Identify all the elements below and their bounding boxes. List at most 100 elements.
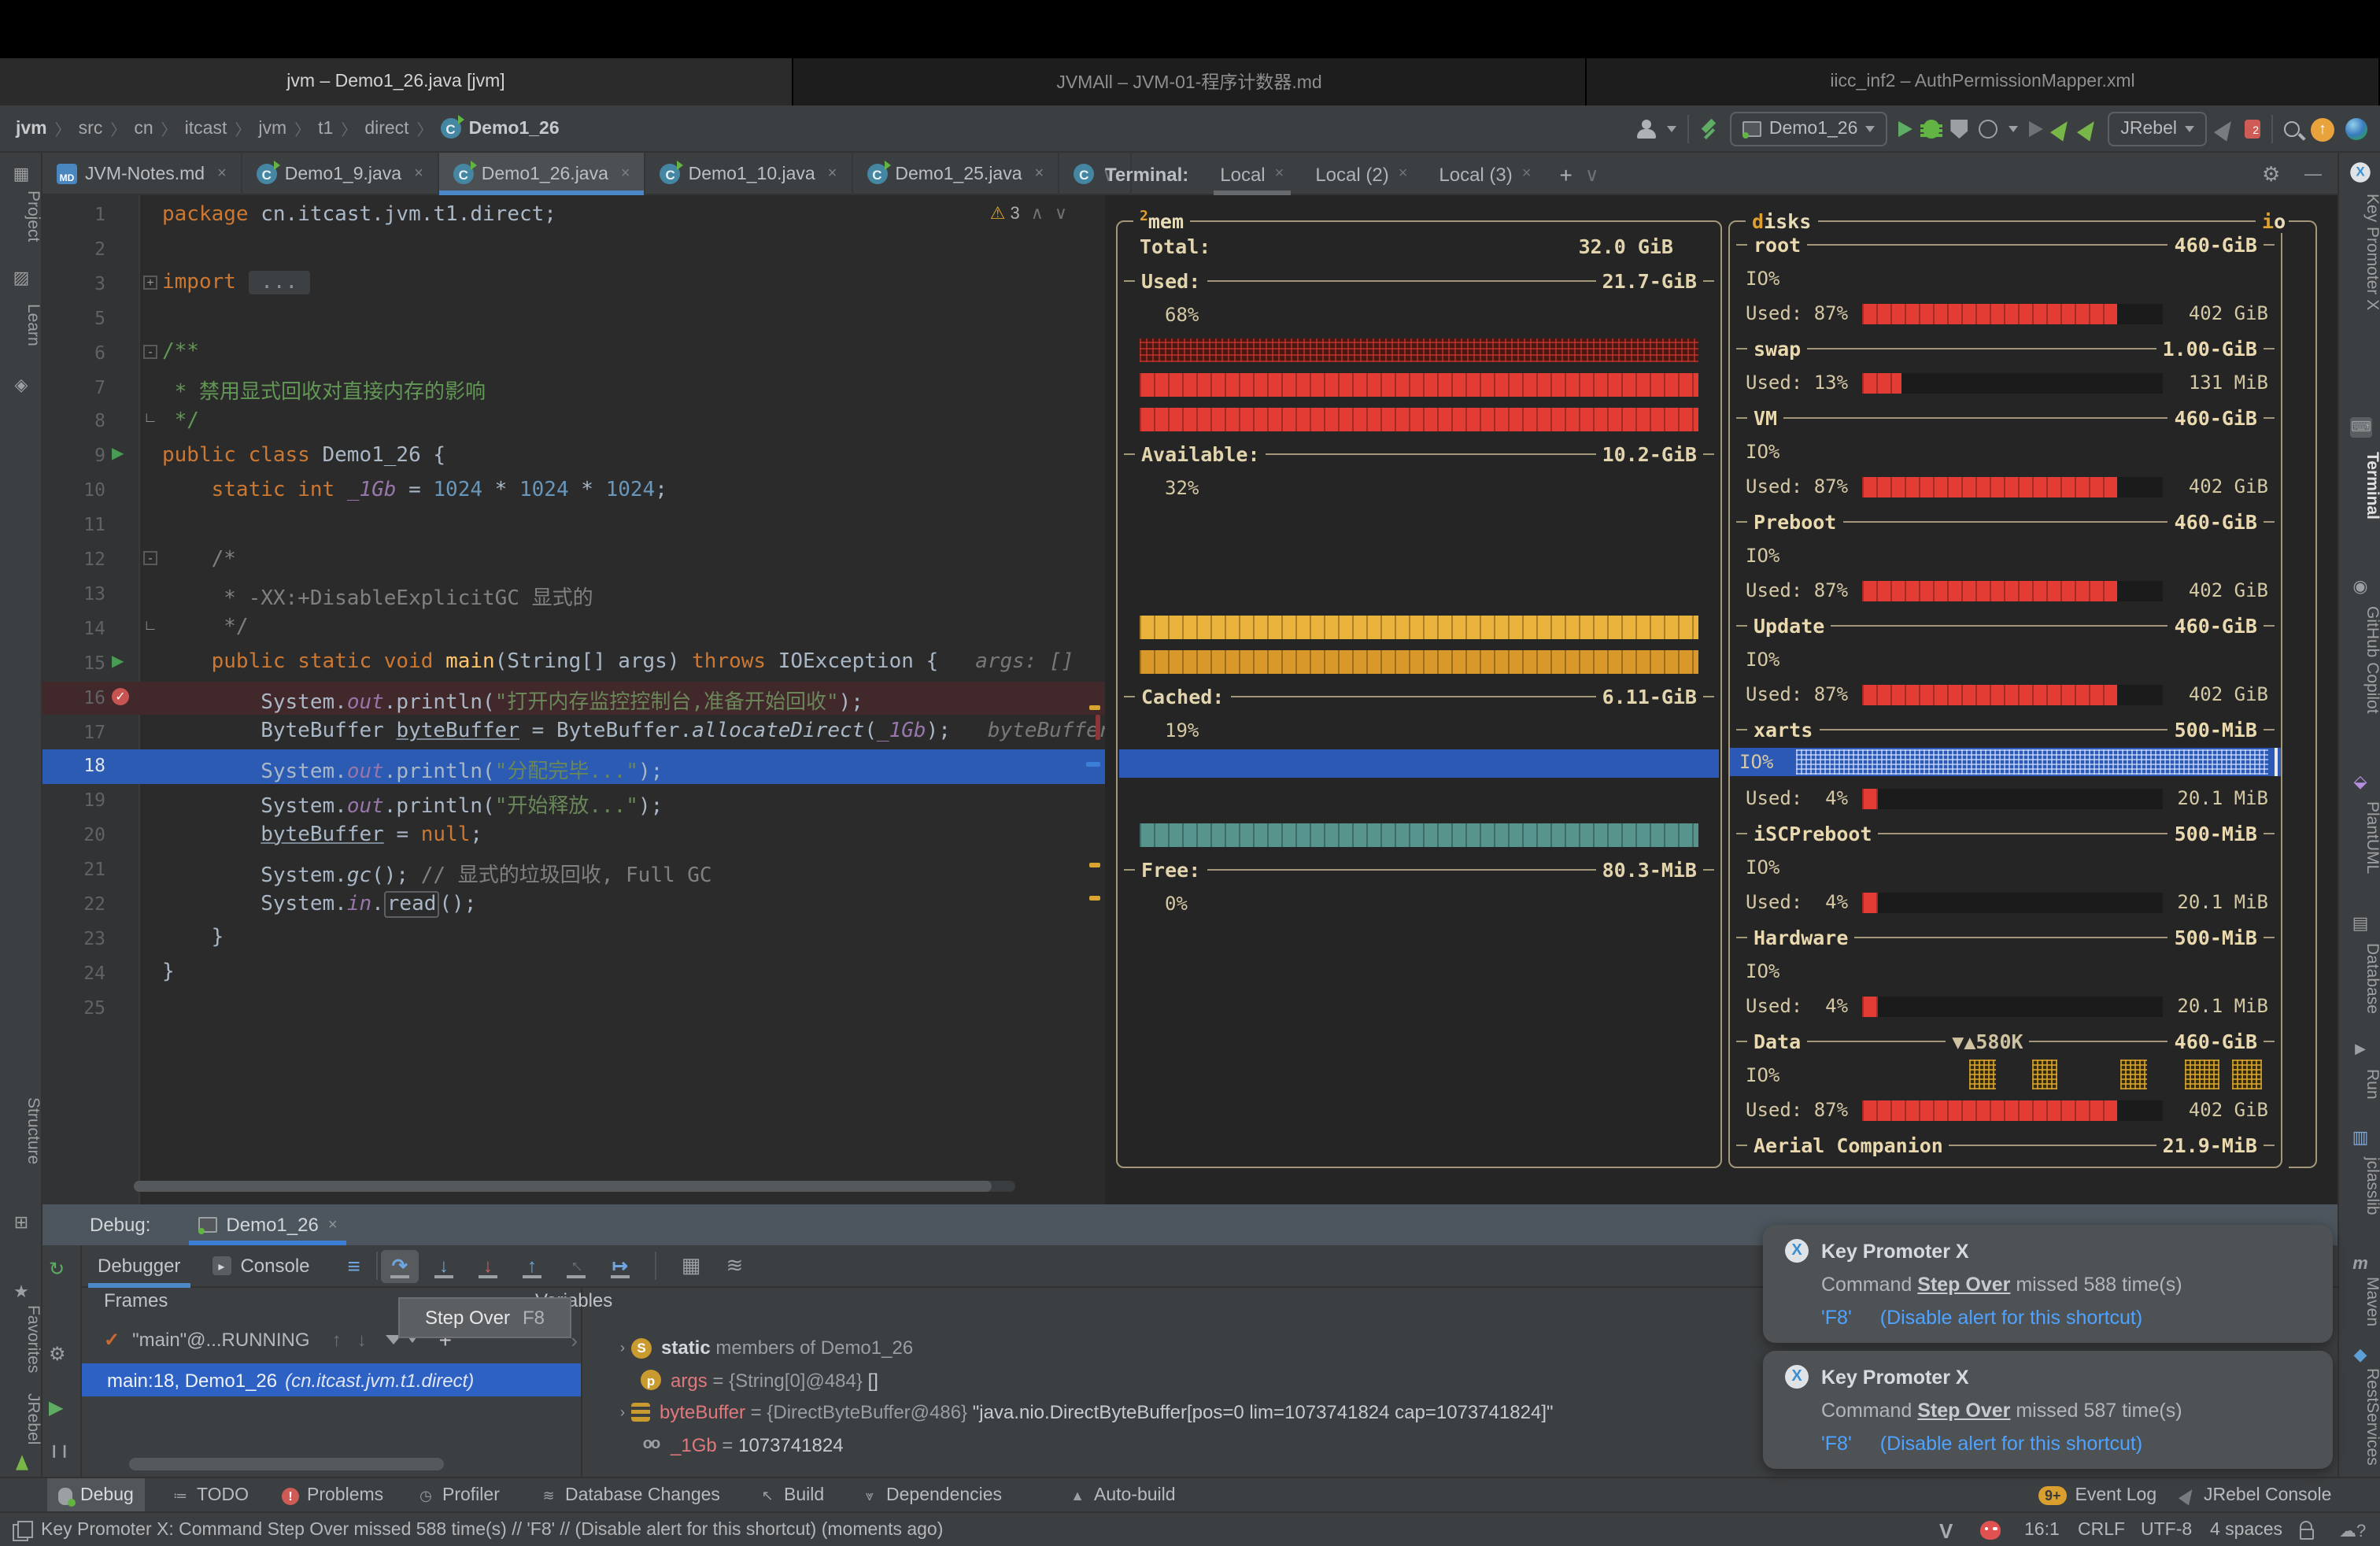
layout-icon[interactable] bbox=[13, 1520, 31, 1539]
encoding[interactable]: UTF-8 bbox=[2141, 1513, 2192, 1546]
settings-wrench-icon[interactable]: ⚙ bbox=[49, 1343, 66, 1365]
chevron-expand-icon[interactable]: › bbox=[620, 1340, 625, 1356]
search-icon[interactable] bbox=[2284, 121, 2300, 137]
notification-balloon[interactable]: XKey Promoter XCommand Step Over missed … bbox=[1763, 1225, 2333, 1343]
layout-settings-icon[interactable]: ≋ bbox=[726, 1253, 743, 1278]
update-badge[interactable]: 2 bbox=[2245, 120, 2260, 139]
event-log-button[interactable]: 9+Event Log bbox=[2027, 1478, 2168, 1513]
github-copilot-icon[interactable]: ◉ bbox=[2349, 575, 2372, 598]
fold-marker-icon[interactable]: - bbox=[143, 344, 157, 358]
jrebel-run-button[interactable] bbox=[2050, 117, 2074, 141]
commit-icon[interactable]: ◈ bbox=[9, 373, 33, 397]
variable-row[interactable]: pargs = {String[0]@484} [] bbox=[620, 1364, 878, 1396]
run-button[interactable] bbox=[1898, 121, 1913, 137]
fold-marker-icon[interactable]: ∟ bbox=[143, 620, 157, 634]
tool-button-maven[interactable]: Maven bbox=[2339, 1277, 2380, 1326]
gradle-sphere-icon[interactable] bbox=[2345, 118, 2367, 140]
tab-debugger[interactable]: Debugger bbox=[82, 1245, 196, 1287]
notification-balloon[interactable]: XKey Promoter XCommand Step Over missed … bbox=[1763, 1351, 2333, 1469]
code-line[interactable]: 20 byteBuffer = null; bbox=[42, 819, 1105, 853]
code-line[interactable]: 17 ByteBuffer byteBuffer = ByteBuffer.al… bbox=[42, 716, 1105, 750]
tool-button-plantuml[interactable]: PlantUML bbox=[2339, 801, 2380, 874]
build-icon[interactable] bbox=[1700, 120, 1719, 139]
terminal-panel[interactable]: 2memTotal:32.0 GiBUsed:21.7-GiB68%Availa… bbox=[1105, 195, 2338, 1204]
terminal-icon[interactable]: ⌨ bbox=[2350, 417, 2372, 438]
run-icon[interactable]: ▶ bbox=[2349, 1037, 2372, 1061]
project-icon[interactable]: ▦ bbox=[9, 162, 33, 186]
tool-button-key-promoter-x[interactable]: Key Promoter X bbox=[2339, 194, 2380, 310]
step-over-button[interactable]: ↷ bbox=[381, 1249, 419, 1282]
breadcrumb-item[interactable]: direct bbox=[364, 119, 408, 138]
show-execution-point-icon[interactable]: ≡ bbox=[348, 1253, 360, 1278]
breadcrumb-item[interactable]: jvm bbox=[16, 119, 47, 138]
code-line[interactable]: 23 } bbox=[42, 923, 1105, 957]
lock-icon[interactable] bbox=[2300, 1513, 2314, 1546]
coverage-button[interactable] bbox=[1950, 120, 1968, 139]
tool-window-button-profiler[interactable]: ◷Profiler bbox=[406, 1478, 511, 1513]
tool-window-button-problems[interactable]: !Problems bbox=[271, 1478, 394, 1513]
editor-tab[interactable]: CDemo1_25.java× bbox=[852, 153, 1059, 195]
resume-icon[interactable]: ▶ bbox=[49, 1396, 63, 1418]
jrebel-selector[interactable]: JRebel bbox=[2108, 112, 2207, 146]
code-line[interactable]: 12- /* bbox=[42, 543, 1105, 578]
editor-tab[interactable]: CDemo1_10.java× bbox=[646, 153, 853, 195]
minimize-icon[interactable]: — bbox=[2304, 165, 2322, 183]
code-line[interactable]: 16✓ System.out.println("打开内存监控控制台,准备开始回收… bbox=[42, 681, 1105, 716]
chevron-down-icon[interactable]: ∨ bbox=[1585, 163, 1599, 185]
tool-button-structure[interactable]: Structure bbox=[0, 1097, 42, 1164]
window-tab[interactable]: JVMAll – JVM-01-程序计数器.md bbox=[793, 58, 1587, 105]
close-icon[interactable]: × bbox=[1275, 165, 1284, 183]
breadcrumb-item[interactable]: t1 bbox=[318, 119, 333, 138]
close-icon[interactable]: × bbox=[328, 1216, 338, 1233]
tool-button-project[interactable]: Project bbox=[0, 190, 42, 242]
up-icon[interactable]: ↑ bbox=[332, 1329, 342, 1351]
disable-alert-link[interactable]: (Disable alert for this shortcut) bbox=[1880, 1307, 2142, 1329]
tool-button-terminal[interactable]: Terminal bbox=[2339, 452, 2380, 520]
new-terminal-icon[interactable]: + bbox=[1559, 161, 1572, 187]
chevron-expand-icon[interactable]: › bbox=[620, 1404, 625, 1420]
code-line[interactable]: 25 bbox=[42, 991, 1105, 1026]
run-config-selector[interactable]: Demo1_26 bbox=[1730, 112, 1888, 146]
terminal-tab[interactable]: Local (3)× bbox=[1423, 153, 1547, 195]
selected-frame[interactable]: main:18, Demo1_26 (cn.itcast.jvm.t1.dire… bbox=[82, 1363, 581, 1396]
tab-console[interactable]: ▸Console bbox=[196, 1245, 325, 1287]
code-line[interactable]: 1package cn.itcast.jvm.t1.direct; bbox=[42, 198, 1105, 233]
editor-tab[interactable]: CDemo1_26.java× bbox=[439, 153, 646, 195]
run-gutter-icon[interactable]: ▶ bbox=[112, 446, 124, 464]
disable-alert-link[interactable]: (Disable alert for this shortcut) bbox=[1880, 1433, 2142, 1455]
close-icon[interactable]: × bbox=[414, 165, 423, 183]
rerun-icon[interactable]: ↻ bbox=[49, 1258, 65, 1280]
tool-window-button-build[interactable]: ↖Build bbox=[748, 1478, 835, 1513]
code-line[interactable]: 18 System.out.println("分配完毕..."); bbox=[42, 750, 1105, 785]
vim-icon[interactable]: V bbox=[1939, 1513, 1953, 1546]
code-line[interactable]: 2 bbox=[42, 233, 1105, 268]
window-tab[interactable]: iicc_inf2 – AuthPermissionMapper.xml bbox=[1587, 58, 2380, 105]
help-cloud-icon[interactable]: ☁? bbox=[2339, 1513, 2366, 1546]
down-icon[interactable]: ↓ bbox=[357, 1329, 367, 1351]
code-editor[interactable]: 1package cn.itcast.jvm.t1.direct;23+impo… bbox=[42, 195, 1105, 1204]
indent-setting[interactable]: 4 spaces bbox=[2210, 1513, 2282, 1546]
tool-button-learn[interactable]: Learn bbox=[0, 304, 42, 346]
chevron-down-icon[interactable] bbox=[1667, 126, 1676, 132]
next-warning-icon[interactable]: ∨ bbox=[1055, 203, 1067, 224]
star-icon[interactable]: ★ bbox=[9, 1280, 33, 1304]
breadcrumb-item[interactable]: jvm bbox=[258, 119, 286, 138]
code-line[interactable]: 7 * 禁用显式回收对直接内存的影响 bbox=[42, 371, 1105, 405]
line-ending[interactable]: CRLF bbox=[2078, 1513, 2125, 1546]
status-message[interactable]: Key Promoter X: Command Step Over missed… bbox=[41, 1520, 943, 1539]
jrebel-debug-button[interactable] bbox=[2077, 117, 2101, 141]
run-gutter-icon[interactable]: ▶ bbox=[112, 653, 124, 670]
breadcrumb-item[interactable]: Demo1_26 bbox=[469, 119, 560, 138]
chevron-right-icon[interactable]: › bbox=[571, 1328, 578, 1352]
tool-button-jclasslib[interactable]: jclasslib bbox=[2339, 1157, 2380, 1215]
tool-button-github-copilot[interactable]: GitHub Copilot bbox=[2339, 606, 2380, 714]
evaluate-expression-icon[interactable]: ▦ bbox=[682, 1253, 701, 1278]
prev-warning-icon[interactable]: ∧ bbox=[1031, 203, 1044, 224]
code-line[interactable]: 9▶public class Demo1_26 { bbox=[42, 440, 1105, 475]
close-icon[interactable]: × bbox=[621, 165, 630, 183]
fold-marker-icon[interactable]: + bbox=[143, 276, 157, 290]
code-line[interactable]: 19 System.out.println("开始释放..."); bbox=[42, 785, 1105, 819]
fold-marker-icon[interactable]: ∟ bbox=[143, 413, 157, 427]
code-line[interactable]: 10 static int _1Gb = 1024 * 1024 * 1024; bbox=[42, 474, 1105, 509]
update-icon[interactable]: ↑ bbox=[2311, 117, 2334, 141]
